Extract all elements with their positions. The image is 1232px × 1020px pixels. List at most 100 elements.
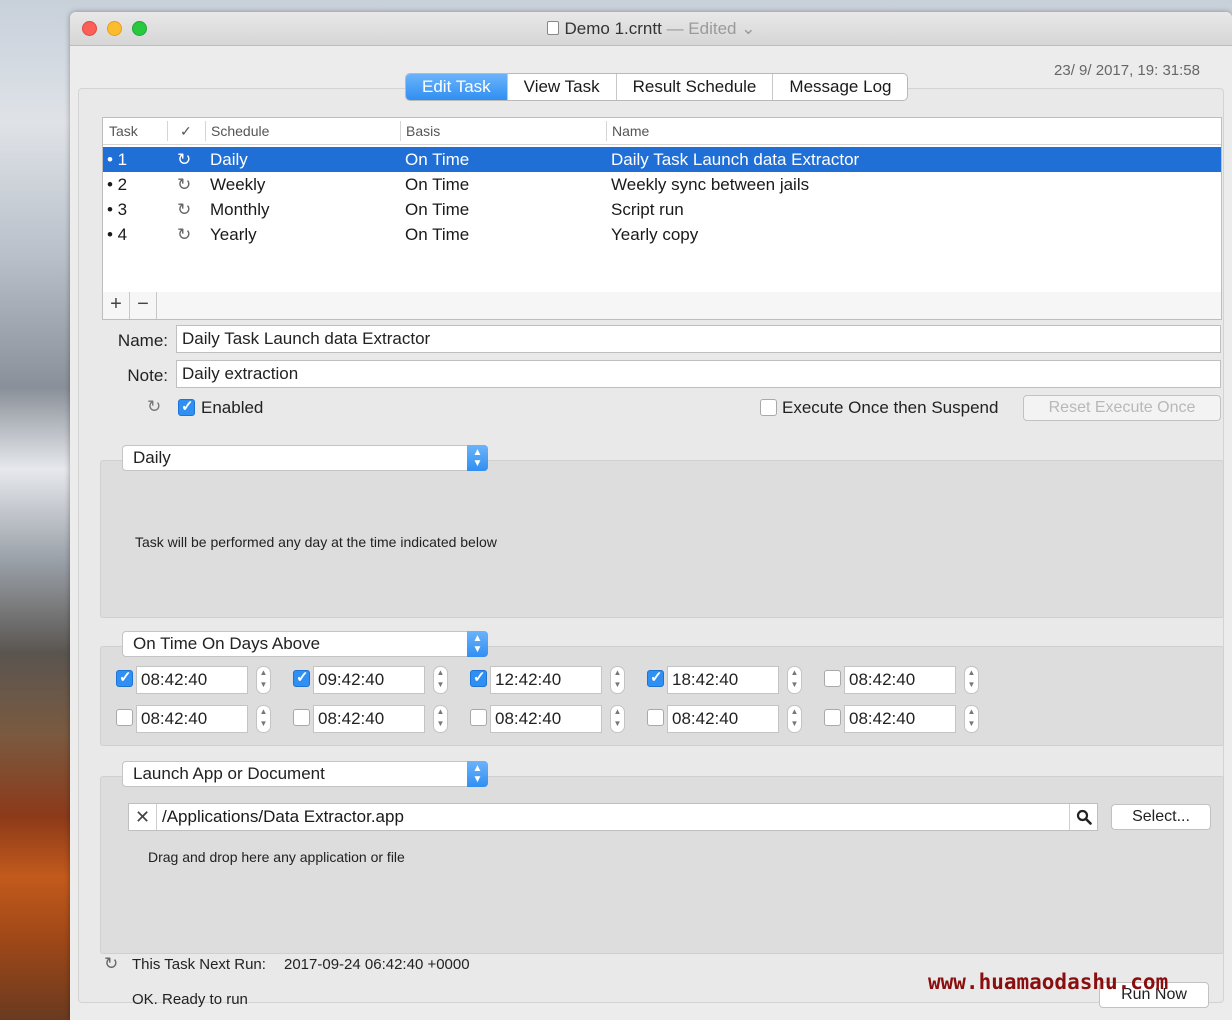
recurring-icon: ↻: [177, 150, 192, 169]
task-number: • 3: [107, 200, 128, 219]
task-table[interactable]: Task ✓ Schedule Basis Name • 1 ↻ Daily O…: [102, 117, 1222, 293]
tab-edit-task[interactable]: Edit Task: [406, 74, 507, 100]
time-field[interactable]: 18:42:40: [667, 666, 779, 694]
time-checkbox[interactable]: [824, 709, 841, 726]
time-field[interactable]: 08:42:40: [490, 705, 602, 733]
note-field[interactable]: Daily extraction: [176, 360, 1221, 388]
schedule-panel: Task will be performed any day at the ti…: [100, 460, 1224, 618]
time-stepper[interactable]: ▲ ▼: [964, 666, 979, 694]
name-cell: Daily Task Launch data Extractor: [611, 150, 860, 169]
time-field[interactable]: 08:42:40: [667, 705, 779, 733]
schedule-cell: Weekly: [210, 175, 266, 194]
basis-cell: On Time: [405, 175, 470, 194]
add-task-button[interactable]: +: [103, 292, 130, 319]
recurring-icon: ↻: [147, 397, 162, 416]
time-stepper[interactable]: ▲ ▼: [610, 666, 625, 694]
recurring-icon: ↻: [177, 200, 192, 219]
clear-icon[interactable]: ✕: [129, 804, 157, 830]
table-row[interactable]: • 1 ↻ Daily On Time Daily Task Launch da…: [103, 147, 1221, 172]
name-field[interactable]: Daily Task Launch data Extractor: [176, 325, 1221, 353]
enabled-label: Enabled: [201, 398, 264, 417]
recurring-icon: ↻: [177, 175, 192, 194]
column-header-task[interactable]: Task: [109, 123, 138, 139]
chevron-up-down-icon: ▲ ▼: [467, 761, 488, 787]
time-stepper[interactable]: ▲ ▼: [964, 705, 979, 733]
column-header-name[interactable]: Name: [612, 123, 649, 139]
time-checkbox[interactable]: [116, 709, 133, 726]
time-checkbox[interactable]: [824, 670, 841, 687]
tab-bar: Edit Task View Task Result Schedule Mess…: [405, 73, 909, 101]
action-type-popup[interactable]: Launch App or Document ▲ ▼: [122, 761, 488, 787]
time-checkbox[interactable]: [470, 668, 487, 687]
time-checkbox[interactable]: [116, 668, 133, 687]
basis-value: On Time On Days Above: [133, 634, 321, 653]
time-stepper[interactable]: ▲ ▼: [433, 666, 448, 694]
name-cell: Script run: [611, 200, 684, 219]
task-number: • 1: [107, 150, 128, 169]
schedule-description: Task will be performed any day at the ti…: [135, 534, 497, 550]
time-stepper[interactable]: ▲ ▼: [256, 666, 271, 694]
column-header-basis[interactable]: Basis: [406, 123, 440, 139]
select-file-button[interactable]: Select...: [1111, 804, 1211, 830]
remove-task-button[interactable]: −: [130, 292, 157, 319]
table-row[interactable]: • 2 ↻ Weekly On Time Weekly sync between…: [103, 172, 1221, 197]
time-field[interactable]: 08:42:40: [313, 705, 425, 733]
reset-execute-once-button[interactable]: Reset Execute Once: [1023, 395, 1221, 421]
next-run-value: 2017-09-24 06:42:40 +0000: [284, 956, 470, 973]
schedule-type-value: Daily: [133, 448, 171, 467]
execute-once-label: Execute Once then Suspend: [782, 398, 999, 417]
note-label: Note:: [127, 366, 168, 385]
enabled-checkbox[interactable]: [178, 397, 195, 416]
drop-hint: Drag and drop here any application or fi…: [148, 849, 405, 865]
search-icon[interactable]: [1069, 804, 1097, 830]
document-icon: [546, 21, 559, 35]
time-field[interactable]: 09:42:40: [313, 666, 425, 694]
execute-once-checkbox[interactable]: [760, 399, 777, 416]
time-stepper[interactable]: ▲ ▼: [787, 705, 802, 733]
watermark: www.huamaodashu.com: [928, 970, 1169, 994]
path-value[interactable]: /Applications/Data Extractor.app: [162, 807, 404, 827]
time-stepper[interactable]: ▲ ▼: [256, 705, 271, 733]
status-message: OK. Ready to run: [132, 991, 248, 1008]
time-field[interactable]: 08:42:40: [844, 666, 956, 694]
title-bar[interactable]: Demo 1.crntt — Edited ⌄: [70, 12, 1232, 46]
basis-cell: On Time: [405, 200, 470, 219]
schedule-cell: Daily: [210, 150, 248, 169]
action-type-value: Launch App or Document: [133, 764, 325, 783]
recurring-icon: ↻: [104, 954, 119, 973]
task-number: • 2: [107, 175, 128, 194]
time-checkbox[interactable]: [293, 668, 310, 687]
time-field[interactable]: 08:42:40: [136, 705, 248, 733]
time-stepper[interactable]: ▲ ▼: [787, 666, 802, 694]
task-number: • 4: [107, 225, 128, 244]
column-header-schedule[interactable]: Schedule: [211, 123, 269, 139]
window-title-text: Demo 1.crntt: [564, 19, 662, 38]
time-checkbox[interactable]: [647, 709, 664, 726]
table-row[interactable]: • 4 ↻ Yearly On Time Yearly copy: [103, 222, 1221, 247]
time-checkbox[interactable]: [470, 709, 487, 726]
name-cell: Weekly sync between jails: [611, 175, 810, 194]
app-window: Demo 1.crntt — Edited ⌄ 23/ 9/ 2017, 19:…: [70, 12, 1232, 1020]
table-row[interactable]: • 3 ↻ Monthly On Time Script run: [103, 197, 1221, 222]
edited-indicator[interactable]: — Edited ⌄: [667, 19, 756, 38]
time-checkbox[interactable]: [647, 668, 664, 687]
chevron-up-down-icon: ▲ ▼: [467, 445, 488, 471]
tab-message-log[interactable]: Message Log: [772, 74, 907, 100]
time-stepper[interactable]: ▲ ▼: [610, 705, 625, 733]
time-checkbox[interactable]: [293, 709, 310, 726]
column-header-check[interactable]: ✓: [180, 123, 192, 140]
schedule-type-popup[interactable]: Daily ▲ ▼: [122, 445, 488, 471]
time-stepper[interactable]: ▲ ▼: [433, 705, 448, 733]
basis-cell: On Time: [405, 225, 470, 244]
tab-result-schedule[interactable]: Result Schedule: [615, 74, 773, 100]
schedule-cell: Yearly: [210, 225, 257, 244]
schedule-cell: Monthly: [210, 200, 270, 219]
name-label: Name:: [117, 331, 168, 350]
path-field[interactable]: ✕ /Applications/Data Extractor.app: [128, 803, 1098, 831]
tab-view-task[interactable]: View Task: [506, 74, 616, 100]
time-field[interactable]: 08:42:40: [136, 666, 248, 694]
basis-popup[interactable]: On Time On Days Above ▲ ▼: [122, 631, 488, 657]
time-field[interactable]: 08:42:40: [844, 705, 956, 733]
time-field[interactable]: 12:42:40: [490, 666, 602, 694]
basis-cell: On Time: [405, 150, 470, 169]
